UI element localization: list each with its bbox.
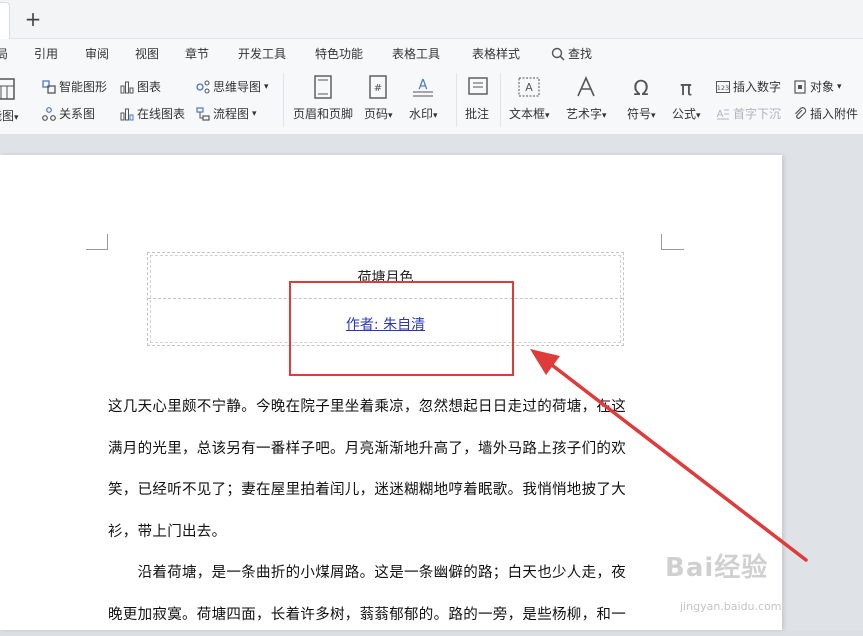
page-number-button[interactable]: # 页码▾ xyxy=(364,75,393,122)
svg-text:#: # xyxy=(374,83,382,94)
crop-mark xyxy=(661,234,684,250)
ribbon-divider xyxy=(500,73,501,127)
new-tab-button[interactable]: + xyxy=(22,6,44,32)
smart-art-big-button[interactable]: 能图▾ xyxy=(0,77,19,124)
menu-table-style[interactable]: 表格样式 xyxy=(472,45,520,62)
formula-button[interactable]: π 公式▾ xyxy=(672,75,701,122)
menu-review[interactable]: 审阅 xyxy=(85,45,109,62)
paragraph-1: 这几天心里颇不宁静。今晚在院子里坐着乘凉，忽然想起日日走过的荷塘，在这 满月的光… xyxy=(108,387,664,553)
highlight-box xyxy=(289,281,514,376)
drop-cap-icon: A xyxy=(716,107,730,121)
menu-table-tools[interactable]: 表格工具 xyxy=(392,45,440,62)
menu-section[interactable]: 章节 xyxy=(185,45,209,62)
menu-bar: 局 引用 审阅 视图 章节 开发工具 特色功能 表格工具 表格样式 查找 xyxy=(0,39,863,67)
svg-text:A: A xyxy=(419,78,428,93)
pi-icon: π xyxy=(672,75,700,101)
flowchart-button[interactable]: 流程图▾ xyxy=(196,105,257,122)
text-line: 沿着荷塘，是一条曲折的小煤屑路。这是一条幽僻的路；白天也少人走，夜 xyxy=(108,553,664,595)
header-footer-icon xyxy=(309,75,337,101)
menu-insert[interactable]: 局 xyxy=(0,45,8,62)
chart-button[interactable]: 图表 xyxy=(120,78,161,95)
watermark-button[interactable]: A 水印▾ xyxy=(409,75,438,122)
menu-view[interactable]: 视图 xyxy=(135,45,159,62)
menu-developer[interactable]: 开发工具 xyxy=(238,45,286,62)
online-chart-button[interactable]: 在线图表 xyxy=(120,105,185,122)
bar-chart-icon xyxy=(120,80,134,94)
smart-shape-button[interactable]: 智能图形 xyxy=(42,78,107,95)
relation-icon xyxy=(42,107,56,121)
insert-attachment-button[interactable]: 插入附件 xyxy=(793,105,858,122)
mindmap-button[interactable]: 思维导图▾ xyxy=(196,78,269,95)
document-tab[interactable] xyxy=(0,2,10,40)
ribbon-divider xyxy=(456,73,457,127)
menu-search[interactable]: 查找 xyxy=(551,45,592,62)
baidu-watermark-url: jingyan.baidu.com xyxy=(680,600,782,613)
drop-cap-button[interactable]: A 首字下沉 xyxy=(716,105,781,122)
search-label: 查找 xyxy=(568,45,592,62)
page-number-icon: # xyxy=(364,75,392,101)
table-grid-icon xyxy=(0,77,18,103)
textbox-button[interactable]: A 文本框▾ xyxy=(509,75,550,122)
art-text-button[interactable]: 艺术字▾ xyxy=(566,75,607,122)
svg-text:A: A xyxy=(526,81,534,94)
ribbon-divider xyxy=(283,73,284,127)
relation-chart-button[interactable]: 关系图 xyxy=(42,105,95,122)
search-icon xyxy=(551,47,565,61)
symbol-button[interactable]: Ω 符号▾ xyxy=(627,75,656,122)
object-button[interactable]: 对象▾ xyxy=(793,78,842,95)
paperclip-icon xyxy=(793,107,807,121)
text-line: 这几天心里颇不宁静。今晚在院子里坐着乘凉，忽然想起日日走过的荷塘，在这 xyxy=(108,387,664,429)
crop-mark xyxy=(86,234,108,250)
tab-bar: + xyxy=(0,0,863,39)
svg-text:π: π xyxy=(680,76,692,100)
object-icon xyxy=(793,80,807,94)
comment-button[interactable]: 批注 xyxy=(463,75,491,122)
svg-text:123: 123 xyxy=(717,84,729,92)
mindmap-icon xyxy=(196,80,210,94)
menu-references[interactable]: 引用 xyxy=(34,45,58,62)
text-line: 笑，已经听不见了；妻在屋里拍着闰儿，迷迷糊糊地哼着眠歌。我悄悄地披了大 xyxy=(108,470,664,512)
text-line: 衫，带上门出去。 xyxy=(108,512,664,554)
baidu-watermark: Bai经验 xyxy=(665,547,768,584)
online-chart-icon xyxy=(120,107,134,121)
number-icon: 123 xyxy=(716,80,730,94)
svg-text:Ω: Ω xyxy=(634,76,649,100)
smart-shape-icon xyxy=(42,80,56,94)
omega-icon: Ω xyxy=(627,75,655,101)
menu-features[interactable]: 特色功能 xyxy=(315,45,363,62)
art-text-icon xyxy=(572,75,600,101)
comment-icon xyxy=(463,75,491,101)
text-line: 满月的光里，总该另有一番样子吧。月亮渐渐地升高了，墙外马路上孩子们的欢 xyxy=(108,429,664,471)
watermark-icon: A xyxy=(409,75,437,101)
ribbon-toolbar: 能图▾ 智能图形 图表 思维导图▾ 关系图 在线图表 流程图▾ 页眉和页脚 # … xyxy=(0,67,863,135)
header-footer-button[interactable]: 页眉和页脚 xyxy=(293,75,353,122)
textbox-icon: A xyxy=(515,75,543,101)
paragraph-2: 沿着荷塘，是一条曲折的小煤屑路。这是一条幽僻的路；白天也少人走，夜 晚更加寂寞。… xyxy=(108,553,664,636)
insert-number-button[interactable]: 123 插入数字 xyxy=(716,78,781,95)
flowchart-icon xyxy=(196,107,210,121)
svg-text:A: A xyxy=(717,109,724,120)
